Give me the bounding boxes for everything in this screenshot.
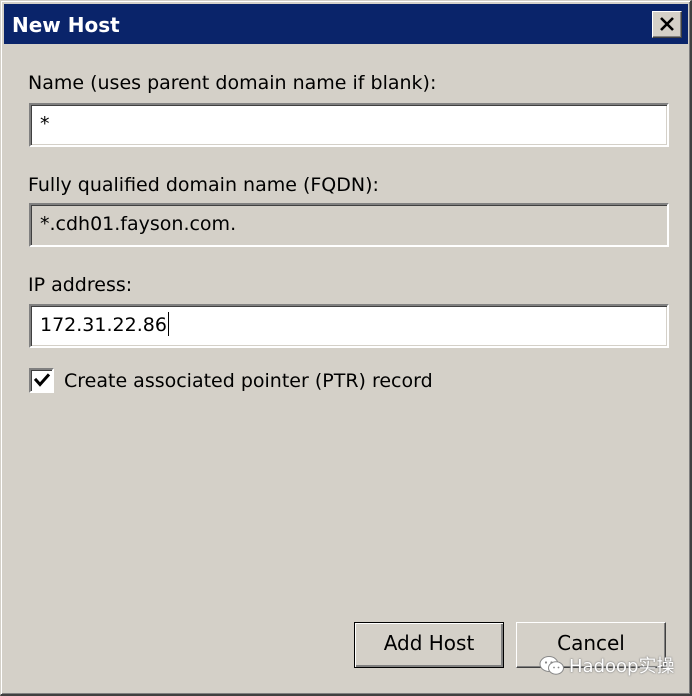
- name-input-value: *: [40, 113, 50, 135]
- dialog-title: New Host: [12, 13, 120, 37]
- text-caret: [167, 311, 169, 336]
- new-host-dialog: New Host Name (uses parent domain name i…: [0, 0, 692, 696]
- close-x-icon: [660, 17, 674, 31]
- checkmark-icon: [33, 373, 51, 387]
- ip-address-value: 172.31.22.86: [40, 314, 167, 336]
- fqdn-field: *.cdh01.fayson.com.: [29, 203, 669, 247]
- name-label: Name (uses parent domain name if blank):: [28, 72, 437, 94]
- name-input[interactable]: *: [29, 103, 669, 147]
- watermark: Hadoop实操: [539, 652, 674, 678]
- fqdn-label: Fully qualified domain name (FQDN):: [28, 174, 379, 196]
- add-host-button[interactable]: Add Host: [354, 622, 504, 668]
- watermark-text: Hadoop实操: [569, 656, 675, 677]
- ptr-record-label[interactable]: Create associated pointer (PTR) record: [64, 370, 433, 392]
- ip-address-label: IP address:: [28, 274, 133, 296]
- fqdn-value: *.cdh01.fayson.com.: [40, 213, 237, 235]
- title-bar[interactable]: New Host: [4, 4, 688, 44]
- ptr-record-checkbox[interactable]: [29, 368, 54, 393]
- wechat-icon: [539, 656, 564, 675]
- ip-address-input[interactable]: 172.31.22.86: [29, 304, 669, 348]
- close-button[interactable]: [652, 11, 682, 38]
